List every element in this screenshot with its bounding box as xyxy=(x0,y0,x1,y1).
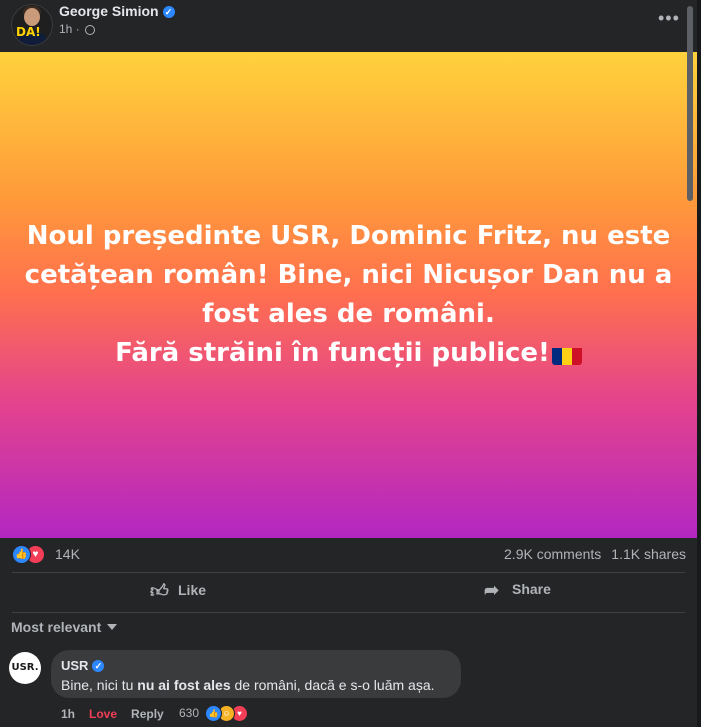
more-options-icon[interactable]: ••• xyxy=(658,8,680,29)
comment-text-after: de români, dacă e s-o luăm așa. xyxy=(230,677,435,693)
commenter-avatar[interactable]: USR. xyxy=(9,652,41,684)
commenter-name[interactable]: USR ✓ xyxy=(61,658,105,673)
banner-line: cetățean român! Bine, nici Nicușor Dan n… xyxy=(24,260,673,290)
divider xyxy=(12,572,685,573)
scrollbar-track[interactable] xyxy=(697,0,701,727)
share-label: Share xyxy=(512,581,551,597)
comment-time[interactable]: 1h xyxy=(61,707,75,721)
comment-reply-button[interactable]: Reply xyxy=(131,707,164,721)
post-header: DA! George Simion ✓ 1h · ••• xyxy=(0,0,697,52)
divider xyxy=(12,612,685,613)
like-button[interactable]: 👍︎ Like xyxy=(150,580,206,604)
post-time[interactable]: 1h xyxy=(59,22,72,36)
sort-label: Most relevant xyxy=(11,619,102,635)
comment-text: Bine, nici tu nu ai fost ales de români,… xyxy=(61,677,435,693)
comment-reaction-count: 630 xyxy=(179,706,200,720)
share-icon: ➦ xyxy=(484,580,500,600)
comment-bubble: USR ✓ Bine, nici tu nu ai fost ales de ro… xyxy=(51,650,461,698)
banner-line: fost ales de români. xyxy=(202,299,495,329)
chevron-down-icon xyxy=(107,624,118,630)
shares-count[interactable]: 1.1K shares xyxy=(611,546,686,562)
comment-text-bold: nu ai fost ales xyxy=(137,677,231,693)
banner-line-last: Fără străini în funcții publice! xyxy=(19,334,679,373)
share-button[interactable]: ➦ Share xyxy=(484,580,551,604)
romania-flag-icon xyxy=(551,343,582,365)
verified-badge-icon: ✓ xyxy=(92,660,105,672)
banner-line: Noul președinte USR, Dominic Fritz, nu e… xyxy=(26,221,671,251)
like-icon: 👍 xyxy=(12,545,31,564)
post-banner: Noul președinte USR, Dominic Fritz, nu e… xyxy=(0,52,697,538)
meta-separator: · xyxy=(75,22,80,36)
author-avatar[interactable]: DA! xyxy=(11,4,53,46)
like-icon: 👍 xyxy=(205,705,222,722)
verified-badge-icon: ✓ xyxy=(162,6,175,18)
like-label: Like xyxy=(178,582,207,598)
comment-actions: 1h Love Reply xyxy=(61,707,178,721)
avatar-badge-text: DA! xyxy=(16,25,41,39)
banner-line: Fără străini în funcții publice! xyxy=(115,338,550,368)
comment-sort-dropdown[interactable]: Most relevant xyxy=(11,619,118,635)
post-meta: 1h · xyxy=(59,22,96,36)
comments-count[interactable]: 2.9K comments xyxy=(504,546,601,562)
author-name[interactable]: George Simion ✓ xyxy=(59,3,175,19)
post-card: DA! George Simion ✓ 1h · ••• Noul președi… xyxy=(0,0,697,727)
reaction-count[interactable]: 14K xyxy=(55,546,80,562)
scrollbar-thumb[interactable] xyxy=(687,6,693,201)
commenter-name-text[interactable]: USR xyxy=(61,658,88,673)
post-stats: 2.9K comments 1.1K shares xyxy=(504,546,686,562)
thumbs-up-icon: 👍︎ xyxy=(150,581,169,601)
public-globe-icon xyxy=(85,25,96,35)
comment-text-before: Bine, nici tu xyxy=(61,677,138,693)
author-name-text[interactable]: George Simion xyxy=(59,3,159,19)
banner-text: Noul președinte USR, Dominic Fritz, nu e… xyxy=(19,217,679,373)
comment-reactions[interactable]: 630 👍 ☺ ♥ xyxy=(179,705,248,722)
comment-love-button[interactable]: Love xyxy=(89,707,117,721)
